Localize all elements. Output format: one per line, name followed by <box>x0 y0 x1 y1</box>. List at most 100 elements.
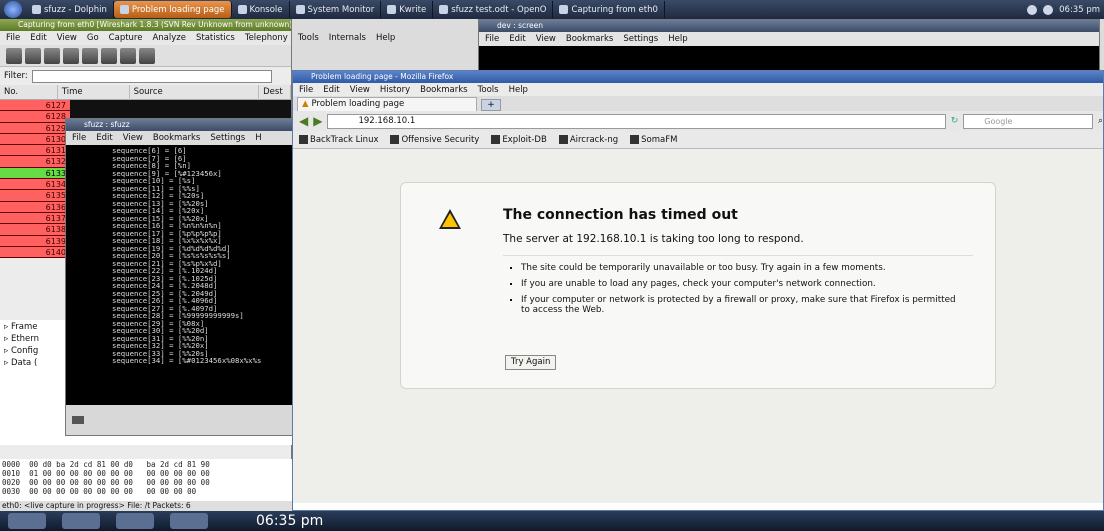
task-openoffice[interactable]: sfuzz test.odt - OpenO <box>433 1 554 18</box>
network-tray-icon[interactable] <box>170 513 208 529</box>
task-konsole[interactable]: Konsole <box>232 1 290 18</box>
tab-icon[interactable] <box>72 416 84 424</box>
menu-edit[interactable]: Edit <box>509 34 525 44</box>
menu-file[interactable]: File <box>299 85 313 95</box>
packet-list-header: No. Time Source Dest <box>0 84 292 100</box>
document-icon <box>439 5 449 14</box>
menu-analyze[interactable]: Analyze <box>152 33 186 43</box>
menu-view[interactable]: View <box>350 85 370 95</box>
menu-help[interactable]: Help <box>376 33 395 43</box>
launcher-button[interactable] <box>8 513 46 529</box>
search-icon[interactable]: ⌕ <box>1098 116 1103 126</box>
menu-tools[interactable]: Tools <box>298 33 319 43</box>
stop-capture-icon[interactable] <box>63 47 79 64</box>
table-row[interactable]: 6136 <box>0 201 70 213</box>
wireshark-icon <box>559 5 569 14</box>
filter-label: Filter: <box>4 71 28 81</box>
menu-edit[interactable]: Edit <box>96 133 112 143</box>
table-row[interactable]: 6135 <box>0 190 70 202</box>
table-row-selected[interactable]: 6133 <box>0 167 70 180</box>
menu-help[interactable]: H <box>255 133 261 143</box>
menu-settings[interactable]: Settings <box>623 34 658 44</box>
tab-problem-loading[interactable]: ▲ Problem loading page <box>297 97 477 111</box>
menu-telephony[interactable]: Telephony <box>245 33 288 43</box>
table-row[interactable]: 6137 <box>0 212 70 225</box>
task-firefox[interactable]: Problem loading page <box>113 1 232 18</box>
back-icon[interactable]: ◀ <box>299 114 308 128</box>
pager-button[interactable] <box>62 513 100 529</box>
bookmark-somafm[interactable]: SomaFM <box>630 134 677 145</box>
tray-button[interactable] <box>116 513 154 529</box>
error-suggestions: The site could be temporarily unavailabl… <box>509 263 959 321</box>
menu-file[interactable]: File <box>72 133 86 143</box>
menu-file[interactable]: File <box>6 33 20 43</box>
system-tray: 06:35 pm <box>1027 4 1104 15</box>
options-icon[interactable] <box>25 47 41 64</box>
try-again-button[interactable]: Try Again <box>505 355 557 370</box>
volume-icon[interactable] <box>1043 4 1054 15</box>
menu-file[interactable]: File <box>485 34 499 44</box>
reload-icon[interactable] <box>139 47 155 64</box>
col-dest[interactable]: Dest <box>259 84 292 100</box>
task-dolphin[interactable]: sfuzz - Dolphin <box>26 1 114 18</box>
bookmark-aircrack[interactable]: Aircrack-ng <box>558 134 618 145</box>
table-row[interactable]: 6131 <box>0 145 70 157</box>
table-row[interactable]: 6130 <box>0 133 70 146</box>
table-row[interactable]: 6138 <box>0 224 70 236</box>
table-row[interactable]: 6134 <box>0 179 70 191</box>
table-row[interactable]: 6127 <box>0 100 70 112</box>
bookmark-exploitdb[interactable]: Exploit-DB <box>491 134 547 145</box>
table-row[interactable]: 6129 <box>0 122 70 134</box>
menu-edit[interactable]: Edit <box>30 33 46 43</box>
menu-go[interactable]: Go <box>87 33 99 43</box>
forward-icon[interactable]: ▶ <box>313 114 322 128</box>
table-row[interactable]: 6139 <box>0 235 70 247</box>
new-tab-button[interactable]: + <box>481 99 501 111</box>
url-input[interactable]: 192.168.10.1 <box>327 113 946 129</box>
menu-view[interactable]: View <box>123 133 143 143</box>
interfaces-icon[interactable] <box>6 47 22 64</box>
menu-settings[interactable]: Settings <box>210 133 245 143</box>
menu-bookmarks[interactable]: Bookmarks <box>153 133 201 143</box>
status-bar: eth0: <live capture in progress> File: /… <box>0 501 292 511</box>
menu-help[interactable]: Help <box>668 34 687 44</box>
menu-internals[interactable]: Internals <box>329 33 366 43</box>
col-no[interactable]: No. <box>0 84 58 100</box>
terminal-output[interactable]: sequence[6] = [6] sequence[7] = [6] sequ… <box>66 145 314 405</box>
dev-menubar: File Edit View Bookmarks Settings Help <box>479 32 1099 46</box>
close-icon[interactable] <box>120 47 136 64</box>
menu-help[interactable]: Help <box>509 85 528 95</box>
kde-menu-icon[interactable] <box>4 1 22 18</box>
task-system-monitor[interactable]: System Monitor <box>290 1 382 18</box>
menu-view[interactable]: View <box>536 34 556 44</box>
network-icon[interactable] <box>1027 4 1038 15</box>
list-item: The site could be temporarily unavailabl… <box>521 263 959 273</box>
reload-icon[interactable]: ↻ <box>951 116 959 126</box>
search-input[interactable]: Google <box>963 113 1093 129</box>
firefox-icon <box>119 5 129 14</box>
table-row[interactable]: 6140 <box>0 246 70 259</box>
task-wireshark[interactable]: Capturing from eth0 <box>553 1 665 18</box>
menu-statistics[interactable]: Statistics <box>196 33 235 43</box>
col-time[interactable]: Time <box>58 84 130 100</box>
table-row[interactable]: 6128 <box>0 111 70 123</box>
bookmark-backtrack[interactable]: BackTrack Linux <box>299 134 378 145</box>
menu-tools[interactable]: Tools <box>478 85 499 95</box>
open-icon[interactable] <box>82 47 98 64</box>
col-source[interactable]: Source <box>130 84 260 100</box>
menu-edit[interactable]: Edit <box>323 85 339 95</box>
filter-input[interactable] <box>31 69 272 83</box>
menu-bookmarks[interactable]: Bookmarks <box>420 85 468 95</box>
menu-capture[interactable]: Capture <box>109 33 143 43</box>
menu-view[interactable]: View <box>57 33 77 43</box>
table-row[interactable]: 6132 <box>0 156 70 168</box>
offsec-icon <box>390 134 400 144</box>
bookmark-offsec[interactable]: Offensive Security <box>390 134 479 145</box>
menu-bookmarks[interactable]: Bookmarks <box>566 34 614 44</box>
start-capture-icon[interactable] <box>44 47 60 64</box>
menu-history[interactable]: History <box>380 85 410 95</box>
task-kwrite[interactable]: Kwrite <box>381 1 434 18</box>
hex-line: 0010 01 00 00 00 00 00 00 00 00 00 00 00… <box>2 469 210 478</box>
hex-line: 0000 00 d0 ba 2d cd 81 00 d0 ba 2d cd 81… <box>2 460 210 469</box>
save-icon[interactable] <box>101 47 117 64</box>
